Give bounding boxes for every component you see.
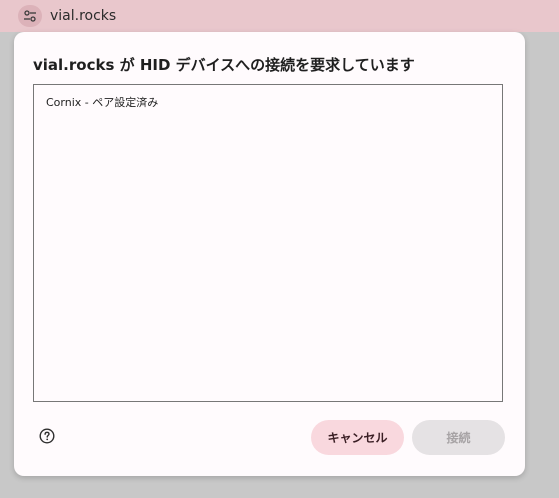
cancel-button[interactable]: キャンセル — [311, 420, 404, 455]
address-bar: vial.rocks — [0, 0, 559, 32]
browser-window: vial.rocks vial.rocks が HID デバイスへの接続を要求し… — [0, 0, 559, 498]
device-list[interactable]: Cornix - ペア設定済み — [33, 84, 503, 402]
help-button[interactable] — [39, 428, 55, 448]
device-item[interactable]: Cornix - ペア設定済み — [46, 96, 158, 110]
origin-text: vial.rocks — [50, 8, 117, 24]
site-info-button[interactable] — [18, 5, 42, 27]
hid-permission-dialog: vial.rocks が HID デバイスへの接続を要求しています Cornix… — [14, 32, 525, 476]
connect-button[interactable]: 接続 — [412, 420, 505, 455]
tune-icon — [23, 9, 37, 23]
help-circle-icon — [39, 428, 55, 448]
dialog-title: vial.rocks が HID デバイスへの接続を要求しています — [33, 56, 415, 74]
